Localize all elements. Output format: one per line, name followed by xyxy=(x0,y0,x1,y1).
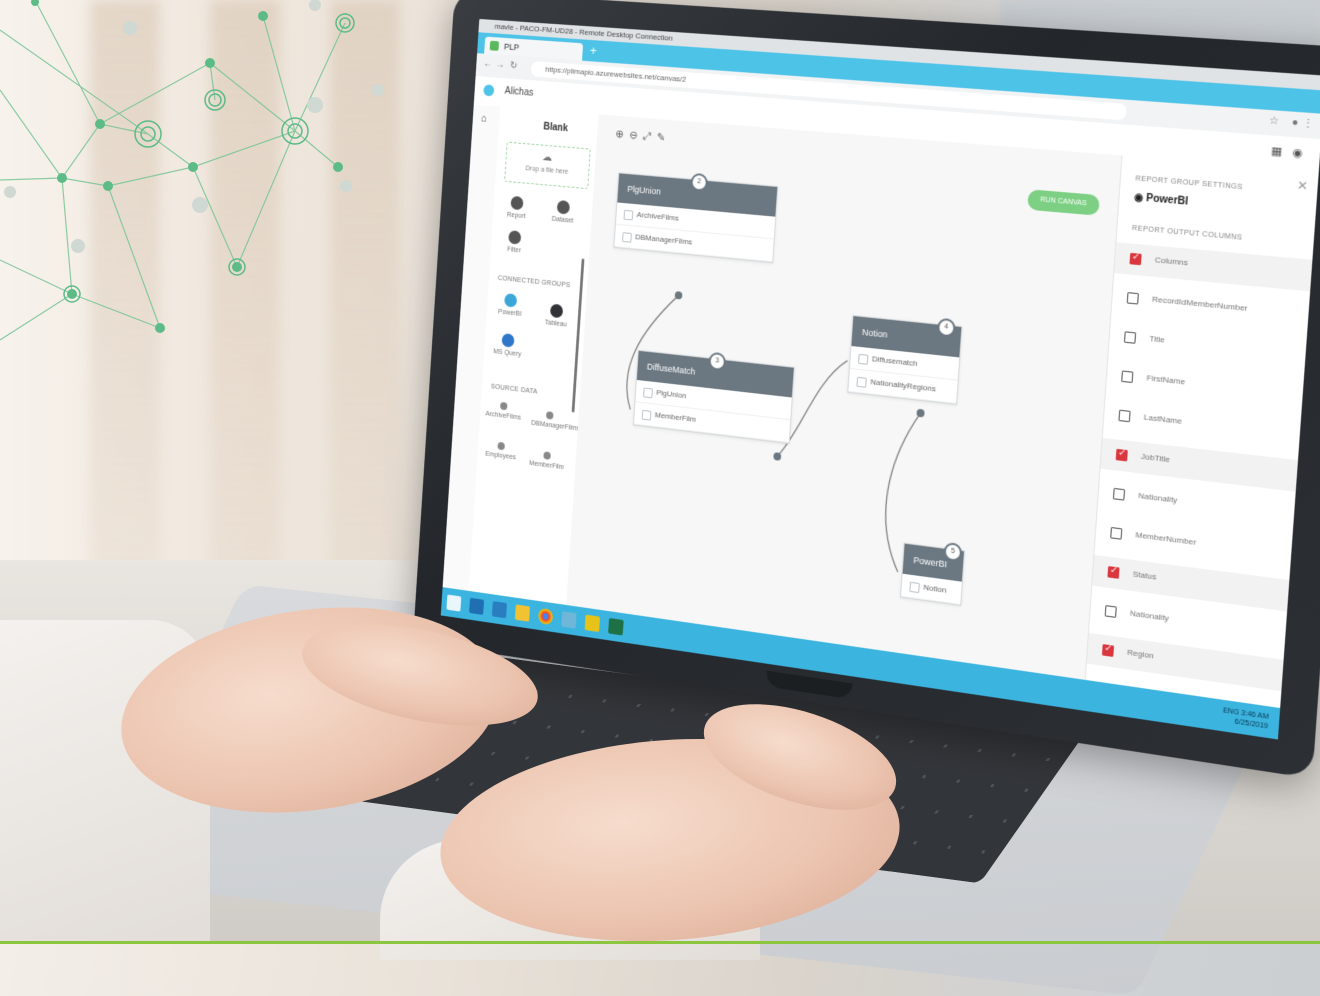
network-graphic xyxy=(0,0,420,360)
msquery-icon xyxy=(501,333,514,348)
group-settings-value: ◉ PowerBI xyxy=(1134,192,1189,208)
app-logo-icon xyxy=(483,84,494,96)
palette-item-label: MemberFilm xyxy=(529,460,564,471)
source-data-heading: SOURCE DATA xyxy=(491,384,538,396)
reload-icon[interactable]: ↻ xyxy=(510,60,518,71)
column-name: Nationality xyxy=(1130,608,1170,623)
excel-icon[interactable] xyxy=(608,618,624,636)
laptop: mavle - PACO-FM-UD28 - Remote Desktop Co… xyxy=(413,0,1320,779)
system-clock: ENG 3:46 AM 6/25/2019 xyxy=(1222,706,1269,731)
close-icon[interactable]: ✕ xyxy=(1296,178,1308,194)
forward-icon[interactable]: → xyxy=(495,59,505,70)
column-checkbox[interactable] xyxy=(1121,370,1133,383)
palette-item-label: Tableau xyxy=(545,319,567,328)
tab-label: PLP xyxy=(504,42,520,53)
powerbi-icon xyxy=(504,293,517,308)
palette-item-source[interactable]: Employees xyxy=(483,440,519,462)
source-icon xyxy=(546,411,554,420)
star-icon[interactable]: ☆ xyxy=(1269,115,1279,127)
dataset-icon xyxy=(557,200,570,215)
palette-item-tableau[interactable]: Tableau xyxy=(538,302,575,329)
app-icon[interactable] xyxy=(561,611,576,628)
workflow-node[interactable]: 2 PlgUnion ArchiveFilms DBManagerFilms xyxy=(613,172,778,263)
output-columns-label: REPORT OUTPUT COLUMNS xyxy=(1132,225,1243,242)
chrome-icon[interactable] xyxy=(538,608,553,625)
column-name: RecordIdMemberNumber xyxy=(1152,294,1248,313)
palette-item-powerbi[interactable]: PowerBI xyxy=(492,292,529,319)
column-name: MemberNumber xyxy=(1135,530,1196,547)
column-name: JobTitle xyxy=(1141,452,1171,465)
upload-icon: ☁ xyxy=(541,132,554,183)
column-checkbox[interactable] xyxy=(1116,449,1128,462)
folder-icon[interactable] xyxy=(469,598,484,615)
palette-item-label: ArchiveFilms xyxy=(485,411,521,422)
source-icon xyxy=(497,442,505,450)
palette-item-source[interactable]: DBManagerFilms xyxy=(531,409,568,431)
profile-icon[interactable]: ● xyxy=(1291,117,1298,129)
tableau-icon xyxy=(550,304,563,319)
column-checkbox[interactable] xyxy=(1105,605,1117,618)
tool-icon[interactable] xyxy=(492,601,507,618)
palette-item-label: PowerBI xyxy=(498,309,522,318)
apps-grid-icon[interactable]: ▦ ◉ xyxy=(1271,144,1303,160)
column-name: FirstName xyxy=(1146,373,1185,386)
palette-item-report[interactable]: Report xyxy=(498,195,535,221)
palette-item-msquery[interactable]: MS Query xyxy=(489,332,526,359)
column-name: Columns xyxy=(1155,255,1189,267)
source-icon xyxy=(543,451,551,460)
menu-icon[interactable]: ⋮ xyxy=(1302,118,1314,130)
explorer-icon[interactable] xyxy=(515,604,530,621)
column-name: Status xyxy=(1132,569,1156,581)
app-name: Alichas xyxy=(504,86,533,99)
column-checkbox[interactable] xyxy=(1110,527,1122,540)
palette-item-label: Dataset xyxy=(551,216,573,225)
group-settings-value-text: PowerBI xyxy=(1146,193,1189,208)
column-checkbox[interactable] xyxy=(1107,566,1119,579)
filter-icon xyxy=(508,230,521,245)
column-name: Title xyxy=(1149,334,1165,345)
start-icon[interactable] xyxy=(446,594,461,611)
palette-item-label: MS Query xyxy=(493,348,521,358)
column-checkbox[interactable] xyxy=(1129,253,1141,265)
back-icon[interactable]: ← xyxy=(483,58,492,69)
workflow-node[interactable]: 4 Notion Diffusematch NationalityRegions xyxy=(847,315,962,405)
output-column-list: Columns RecordIdMemberNumber Title FirstNam… xyxy=(1084,242,1314,733)
source-icon xyxy=(500,402,508,410)
new-tab-icon[interactable]: + xyxy=(589,44,597,58)
palette-item-label: Filter xyxy=(507,246,521,254)
column-checkbox[interactable] xyxy=(1127,292,1139,304)
laptop-screen: mavle - PACO-FM-UD28 - Remote Desktop Co… xyxy=(441,19,1320,740)
tab-favicon-icon xyxy=(490,41,499,51)
palette-item-source[interactable]: MemberFilm xyxy=(528,450,565,472)
palette-item-label: Report xyxy=(507,212,526,220)
language-indicator: ENG xyxy=(1223,707,1240,717)
workflow-node[interactable]: 5 PowerBI Notion xyxy=(900,543,965,606)
column-checkbox[interactable] xyxy=(1102,644,1114,657)
column-name: Nationality xyxy=(1138,491,1178,505)
column-checkbox[interactable] xyxy=(1118,410,1130,423)
palette-item-filter[interactable]: Filter xyxy=(496,229,533,255)
connected-groups-heading: CONNECTED GROUPS xyxy=(498,275,571,289)
palette-item-label: DBManagerFilms xyxy=(531,420,580,433)
column-name: Region xyxy=(1127,648,1154,661)
report-icon xyxy=(510,196,523,211)
column-checkbox[interactable] xyxy=(1124,331,1136,344)
home-icon[interactable]: ⌂ xyxy=(480,113,487,125)
powerbi-logo-icon: ◉ xyxy=(1134,192,1147,204)
palette-item-dataset[interactable]: Dataset xyxy=(544,199,581,225)
palette-item-source[interactable]: ArchiveFilms xyxy=(485,400,521,421)
group-settings-label: REPORT GROUP SETTINGS xyxy=(1135,175,1243,191)
file-dropzone[interactable]: ☁ Drop a file here xyxy=(504,142,591,190)
sticky-notes-icon[interactable] xyxy=(585,615,600,632)
column-checkbox[interactable] xyxy=(1113,488,1125,501)
column-name: LastName xyxy=(1143,412,1182,426)
palette-item-label: Employees xyxy=(485,451,516,461)
